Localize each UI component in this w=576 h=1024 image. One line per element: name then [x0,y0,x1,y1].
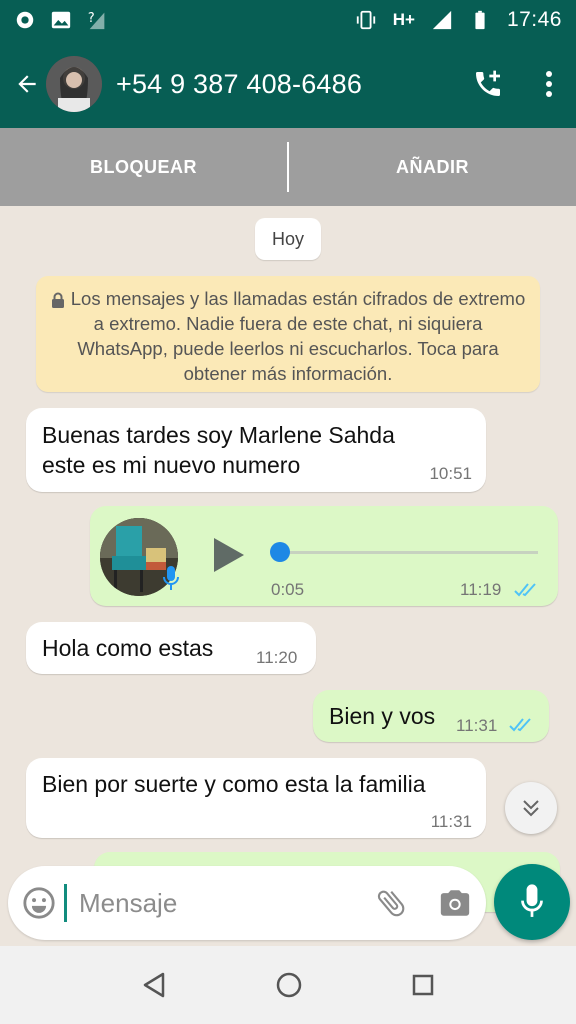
message-text: Bien y vos [329,703,436,729]
voice-duration: 0:05 [271,580,305,599]
voice-progress-track[interactable] [276,551,538,554]
vibrate-icon [356,10,375,30]
message-text: este es mi nuevo numero [42,452,301,478]
system-nav-bar [0,946,576,1024]
unknown-contact-bar: BLOQUEAR AÑADIR [0,128,576,206]
contact-name[interactable]: +54 9 387 408-6486 [116,69,362,100]
message-input[interactable] [79,887,339,919]
avatar[interactable] [46,56,102,112]
read-ticks-icon [514,583,536,597]
chat-header: +54 9 387 408-6486 [0,40,576,128]
message-composer [8,866,486,940]
message-time: 10:51 [429,464,472,483]
attach-icon[interactable] [374,886,408,920]
notification-icon [16,11,34,29]
message-outgoing[interactable]: Bien y vos 11:31 [313,690,549,742]
add-contact-button[interactable]: AÑADIR [289,157,576,178]
message-text: Hola como estas [42,635,214,661]
nav-home-icon[interactable] [276,972,302,998]
lock-icon [51,292,64,309]
text-caret [64,884,67,922]
mic-icon [163,566,179,590]
more-vert-icon[interactable] [544,69,554,99]
encryption-text: Los mensajes y las llamadas están cifrad… [70,288,526,384]
image-icon [51,11,71,29]
clock: 17:46 [506,8,562,31]
read-ticks-icon [509,718,531,732]
camera-icon[interactable] [438,886,472,920]
scroll-down-button[interactable] [505,782,557,834]
mic-icon [521,884,543,917]
emoji-icon[interactable] [22,886,56,920]
network-type: H+ [392,10,415,29]
battery-icon [475,10,485,30]
date-pill: Hoy [255,218,321,260]
chat-area[interactable]: Hoy Los mensajes y las llamadas están ci… [0,206,576,946]
voice-record-button[interactable] [494,864,570,940]
message-time: 11:31 [456,716,498,735]
message-text: Buenas tardes soy Marlene Sahda [42,422,395,448]
avatar-image [46,56,102,112]
back-arrow-icon [18,75,36,93]
voice-progress-knob[interactable] [270,542,290,562]
message-incoming[interactable]: Bien por suerte y como esta la familia 1… [26,758,486,838]
voice-message[interactable]: 0:05 11:19 [90,506,558,606]
message-incoming[interactable]: Buenas tardes soy Marlene Sahda este es … [26,408,486,492]
nav-recents-icon[interactable] [412,974,434,996]
no-signal-icon: ? [88,11,105,30]
nav-back-icon[interactable] [142,972,166,998]
add-call-icon[interactable] [472,68,504,100]
message-time: 11:19 [460,580,502,599]
message-time: 11:31 [430,812,472,831]
encryption-notice[interactable]: Los mensajes y las llamadas están cifrad… [36,276,540,392]
message-incoming[interactable]: Hola como estas 11:20 [26,622,316,674]
back-button[interactable] [12,69,42,99]
block-button[interactable]: BLOQUEAR [0,157,287,178]
play-icon[interactable] [210,536,246,574]
signal-icon [432,10,452,30]
message-time: 11:20 [256,648,298,667]
message-text: Bien por suerte y como esta la familia [42,771,426,797]
status-bar: ? H+ 17:46 [0,0,576,40]
scroll-down-icon [523,800,539,817]
svg-text:?: ? [88,11,95,26]
